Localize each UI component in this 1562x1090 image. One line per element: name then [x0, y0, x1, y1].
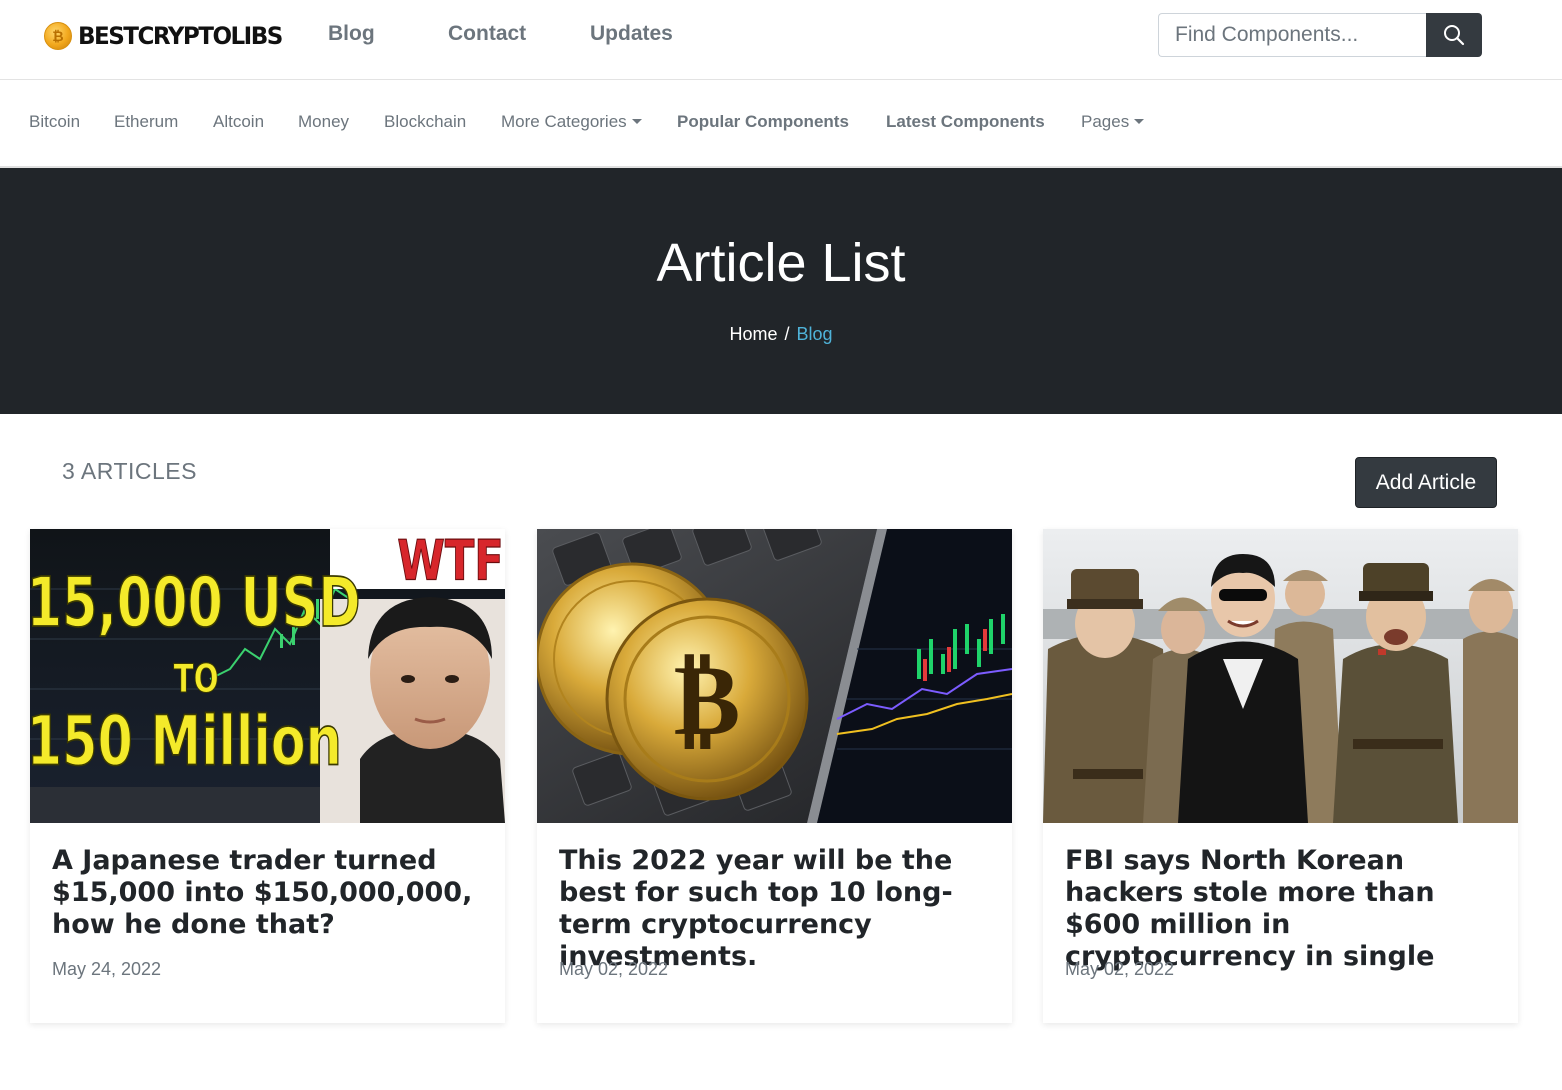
svg-text:₿: ₿ [674, 641, 741, 758]
article-card[interactable]: ₿ This 2022 year will be the best for su… [537, 529, 1012, 1023]
article-date: May 24, 2022 [52, 959, 162, 979]
cat-more-categories-dropdown[interactable]: More Categories [501, 112, 642, 132]
bitcoin-coin-icon: ₿ [44, 22, 72, 50]
caret-down-icon [1134, 119, 1145, 124]
cat-pages-label: Pages [1081, 112, 1130, 131]
article-title[interactable]: FBI says North Korean hackers stole more… [1065, 845, 1505, 973]
top-navbar: ₿ BESTCRYPTOLIBS Blog Contact Updates [0, 0, 1562, 80]
breadcrumb: Home / Blog [0, 324, 1562, 345]
bitcoin-keyboard-image: ₿ [537, 529, 1012, 823]
cat-more-categories-label: More Categories [501, 112, 627, 131]
cat-pages-dropdown[interactable]: Pages [1081, 112, 1145, 132]
nav-updates[interactable]: Updates [590, 22, 673, 46]
trader-thumbnail-image: WTF?! 15,000 USD TO 150 Million [30, 529, 505, 823]
cat-popular-components[interactable]: Popular Components [677, 112, 849, 132]
article-thumbnail[interactable]: ₿ [537, 529, 1012, 823]
add-article-button[interactable]: Add Article [1355, 457, 1497, 508]
article-count: 3 ARTICLES [62, 458, 197, 484]
article-thumbnail[interactable]: WTF?! 15,000 USD TO 150 Million [30, 529, 505, 823]
cat-altcoin[interactable]: Altcoin [213, 112, 264, 132]
article-card[interactable]: FBI says North Korean hackers stole more… [1043, 529, 1518, 1023]
search-button[interactable] [1426, 13, 1482, 57]
article-date: May 02, 2022 [559, 959, 669, 979]
cat-blockchain[interactable]: Blockchain [384, 112, 466, 132]
category-navbar: Bitcoin Etherum Altcoin Money Blockchain… [0, 80, 1562, 168]
cat-etherum[interactable]: Etherum [114, 112, 178, 132]
brand-name: BESTCRYPTOLIBS [78, 22, 283, 50]
brand-logo[interactable]: ₿ BESTCRYPTOLIBS [44, 20, 290, 52]
page-title: Article List [656, 233, 906, 293]
nav-contact[interactable]: Contact [448, 22, 526, 46]
caret-down-icon [631, 119, 642, 124]
article-card[interactable]: WTF?! 15,000 USD TO 150 Million A Japane… [30, 529, 505, 1023]
thumbnail-line2-text: TO [174, 657, 219, 702]
search-icon [1444, 25, 1465, 46]
officials-crowd-image [1043, 529, 1518, 823]
breadcrumb-home[interactable]: Home [729, 324, 777, 344]
article-title[interactable]: A Japanese trader turned $15,000 into $1… [52, 845, 492, 941]
thumbnail-line1-text: 15,000 USD [30, 563, 361, 642]
article-title[interactable]: This 2022 year will be the best for such… [559, 845, 999, 973]
breadcrumb-separator: / [784, 324, 790, 344]
search-input[interactable] [1158, 13, 1426, 57]
cat-money[interactable]: Money [298, 112, 349, 132]
article-thumbnail[interactable] [1043, 529, 1518, 823]
thumbnail-line3-text: 150 Million [30, 702, 342, 781]
cat-bitcoin[interactable]: Bitcoin [29, 112, 80, 132]
cat-latest-components[interactable]: Latest Components [886, 112, 1045, 132]
page-hero: Article List Home / Blog [0, 168, 1562, 414]
nav-blog[interactable]: Blog [328, 22, 375, 46]
thumbnail-tag-text: WTF?! [397, 529, 505, 593]
breadcrumb-current[interactable]: Blog [797, 324, 833, 344]
article-date: May 02, 2022 [1065, 959, 1175, 979]
search-form [1158, 13, 1482, 57]
